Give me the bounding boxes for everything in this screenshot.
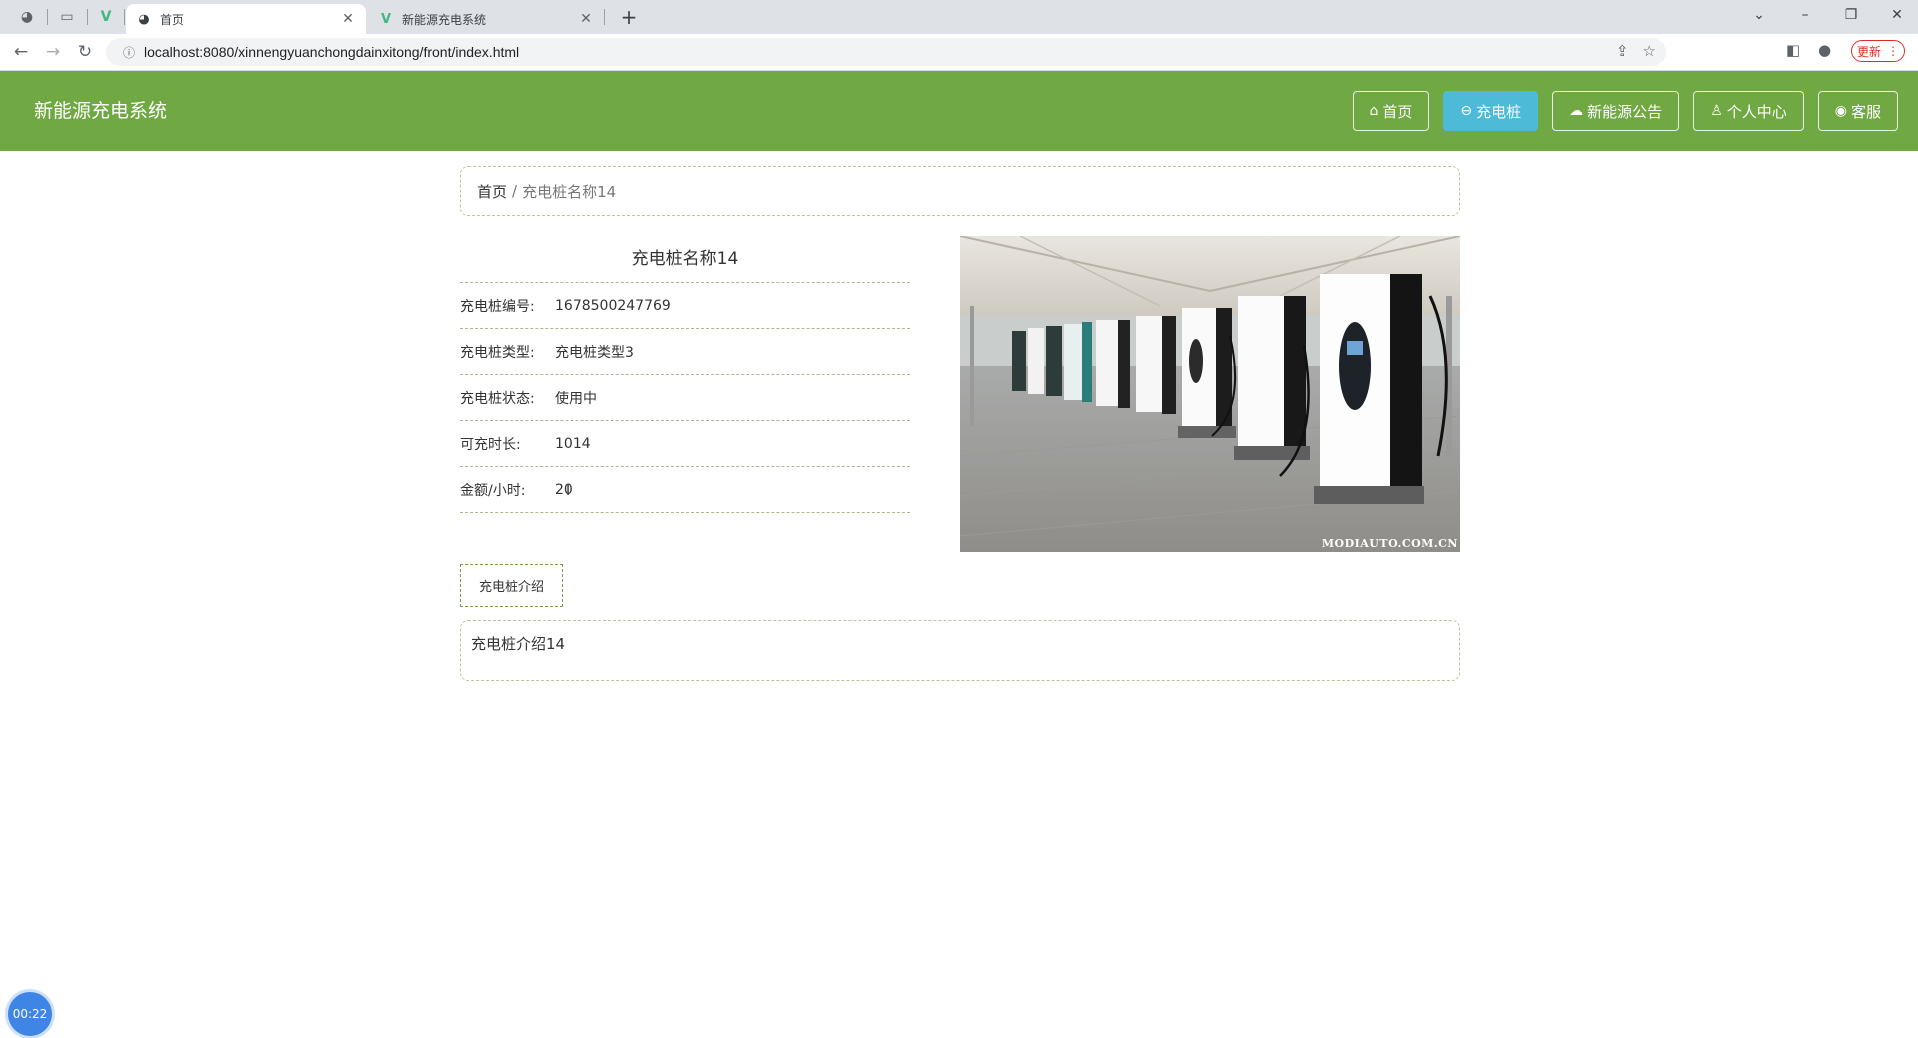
nav-label: 充电桩	[1476, 102, 1522, 121]
breadcrumb-home-link[interactable]: 首页	[477, 181, 507, 202]
nav-service-button[interactable]: ◉ 客服	[1817, 91, 1898, 131]
tab-home[interactable]: ◕ 首页 ✕	[126, 4, 366, 34]
nav-label: 个人中心	[1726, 102, 1787, 121]
field-label: 金额/小时:	[460, 482, 526, 499]
back-arrow-icon[interactable]: ←	[8, 39, 34, 65]
charger-intro-content: 充电桩介绍14	[460, 620, 1460, 681]
more-menu-icon: ⋮	[1887, 44, 1899, 58]
tab-separator	[604, 9, 605, 25]
field-value: 充电桩类型3	[555, 344, 634, 361]
charging-station-image	[960, 236, 1460, 552]
field-label: 充电桩状态:	[460, 390, 535, 407]
vue-icon: V	[380, 11, 392, 27]
update-label: 更新	[1856, 44, 1881, 59]
pinned-tab-globe-icon[interactable]: ◕	[16, 6, 38, 28]
tab-title: 新能源充电系统	[402, 12, 487, 27]
tab-separator	[87, 9, 88, 25]
close-window-icon[interactable]: ✕	[1874, 0, 1918, 30]
share-icon[interactable]: ⇪	[1616, 42, 1629, 60]
nav-home-button[interactable]: ⌂ 首页	[1352, 91, 1430, 131]
url-text[interactable]: localhost:8080/xinnengyuanchongdainxiton…	[144, 44, 519, 60]
main-nav: ⌂ 首页 ⊖ 充电桩 ☁ 新能源公告 ♙ 个人中心 ◉ 客服	[1352, 91, 1898, 131]
minimize-icon[interactable]: –	[1782, 0, 1828, 30]
tab-separator	[47, 9, 48, 25]
field-row-type: 充电桩类型: 充电桩类型3	[460, 329, 910, 375]
charger-photo: MODIAUTO.COM.CN	[960, 236, 1460, 552]
user-icon: ♙	[1710, 103, 1723, 119]
nav-label: 新能源公告	[1587, 102, 1663, 121]
new-tab-button[interactable]: +	[616, 4, 642, 30]
browser-toolbar: ← → ↻ ⓘ localhost:8080/xinnengyuanchongd…	[0, 34, 1918, 71]
nav-announcement-button[interactable]: ☁ 新能源公告	[1552, 91, 1680, 131]
nav-user-center-button[interactable]: ♙ 个人中心	[1693, 91, 1804, 131]
pinned-tab-blank-icon[interactable]: ▭	[56, 6, 78, 28]
field-value: 20	[555, 481, 573, 498]
close-icon[interactable]: ✕	[578, 11, 594, 27]
field-value: 1014	[555, 435, 591, 452]
tab-title: 首页	[160, 12, 185, 27]
field-value: 1678500247769	[555, 297, 671, 314]
field-label: 充电桩编号:	[460, 298, 535, 315]
tab-search-chevron-icon[interactable]: ⌄	[1736, 0, 1782, 30]
site-brand: 新能源充电系统	[34, 100, 168, 122]
field-label: 可充时长:	[460, 436, 521, 453]
field-row-price: 金额/小时: 20	[460, 467, 910, 513]
field-value: 使用中	[555, 390, 597, 407]
image-watermark: MODIAUTO.COM.CN	[1321, 537, 1458, 550]
breadcrumb-separator: /	[512, 182, 518, 200]
pinned-tab-vue-icon[interactable]: V	[95, 6, 117, 28]
charger-title: 充电桩名称14	[460, 236, 910, 283]
site-header: 新能源充电系统 ⌂ 首页 ⊖ 充电桩 ☁ 新能源公告 ♙ 个人中心 ◉ 客服	[0, 71, 1918, 151]
charger-icon: ⊖	[1460, 103, 1473, 119]
reload-icon[interactable]: ↻	[72, 39, 98, 65]
browser-tab-strip: ◕ ▭ V ◕ 首页 ✕ V 新能源充电系统 ✕ + ⌄ – ❐ ✕	[0, 0, 1918, 34]
restore-icon[interactable]: ❐	[1828, 0, 1874, 30]
tab-separator	[124, 9, 125, 25]
forward-arrow-icon[interactable]: →	[40, 39, 66, 65]
chat-icon: ◉	[1834, 103, 1847, 119]
home-outline-icon: ⌂	[1369, 103, 1379, 119]
tab-charging-system[interactable]: V 新能源充电系统 ✕	[368, 4, 604, 34]
recording-timer[interactable]: 00:22	[8, 992, 52, 1036]
globe-icon: ◕	[138, 11, 150, 27]
bookmark-star-icon[interactable]: ☆	[1643, 42, 1656, 60]
address-bar[interactable]: ⓘ localhost:8080/xinnengyuanchongdainxit…	[106, 38, 1666, 66]
update-button[interactable]: 更新 ⋮	[1851, 40, 1905, 62]
nav-charger-button[interactable]: ⊖ 充电桩	[1443, 91, 1539, 131]
site-info-icon[interactable]: ⓘ	[114, 44, 144, 61]
close-icon[interactable]: ✕	[340, 11, 356, 27]
nav-label: 首页	[1382, 102, 1413, 121]
tab-charger-intro[interactable]: 充电桩介绍	[460, 564, 563, 607]
breadcrumb-current: 充电桩名称14	[522, 182, 617, 201]
breadcrumb: 首页 / 充电桩名称14	[460, 166, 1460, 216]
field-label: 充电桩类型:	[460, 344, 535, 361]
nav-label: 客服	[1850, 102, 1881, 121]
field-row-number: 充电桩编号: 1678500247769	[460, 283, 910, 329]
field-row-duration: 可充时长: 1014	[460, 421, 910, 467]
text-cursor-icon: I	[566, 483, 571, 499]
profile-icon[interactable]: ●	[1818, 41, 1831, 59]
cloud-icon: ☁	[1569, 103, 1584, 119]
field-row-status: 充电桩状态: 使用中	[460, 375, 910, 421]
side-panel-icon[interactable]: ◧	[1786, 41, 1800, 59]
charger-detail: 充电桩名称14 充电桩编号: 1678500247769 充电桩类型: 充电桩类…	[460, 236, 910, 513]
